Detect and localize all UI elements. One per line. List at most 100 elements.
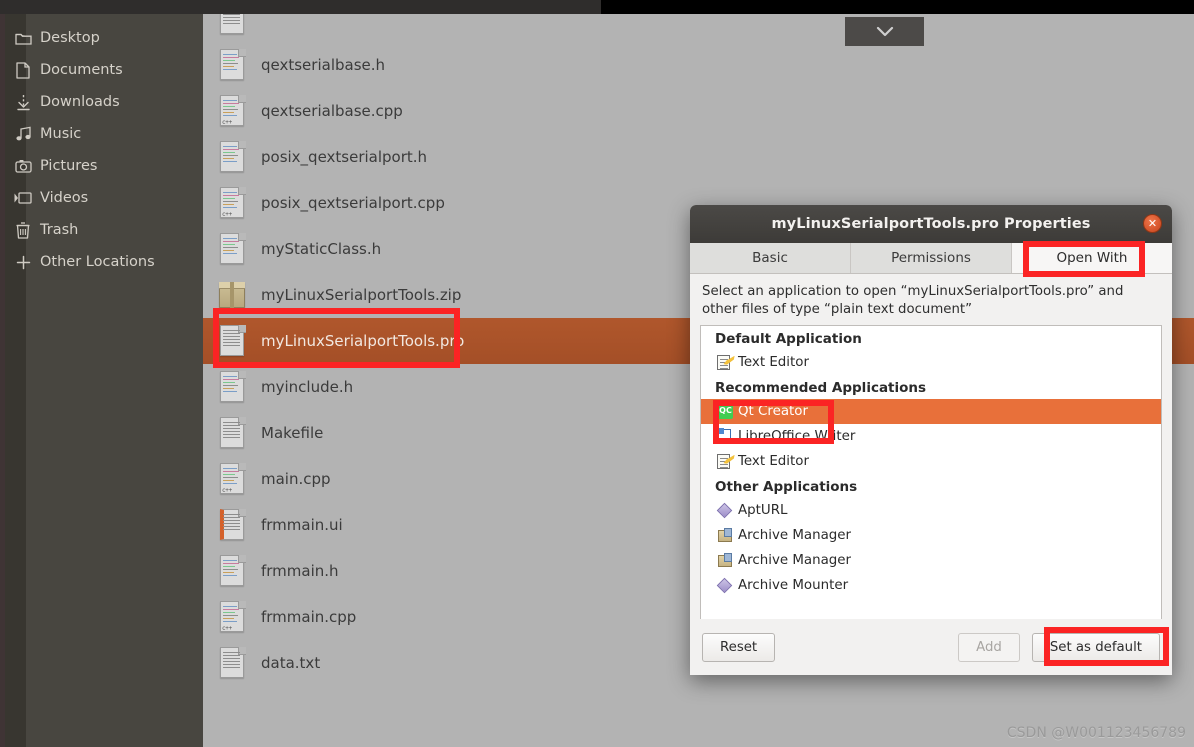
text-file-icon [217,323,247,359]
application-item[interactable]: AptURL [701,498,1161,523]
file-name: frmmain.ui [261,516,343,534]
add-button[interactable]: Add [958,632,1020,662]
file-row[interactable]: posix_qextserialport.h [203,134,1194,180]
text-file-icon [217,14,247,37]
application-label: Text Editor [738,453,809,469]
archive-manager-icon [717,552,734,569]
sidebar-item-label: Other Locations [40,254,155,270]
archive-manager-icon [717,527,734,544]
tab-permissions[interactable]: Permissions [851,243,1012,273]
application-group-heading: Recommended Applications [715,379,927,396]
dialog-title: myLinuxSerialportTools.pro Properties [771,216,1091,232]
application-list[interactable]: Default Application Text Editor Recommende… [700,324,1162,630]
sidebar-item-label: Documents [40,62,123,78]
application-item[interactable]: LibreOffice Writer [701,424,1161,449]
sidebar: Desktop Documents Downloads Music Pictures Vi… [14,14,203,747]
properties-dialog: myLinuxSerialportTools.pro Properties ✕ … [690,205,1172,675]
dialog-titlebar[interactable]: myLinuxSerialportTools.pro Properties ✕ [690,205,1172,243]
sidebar-item-label: Videos [40,190,89,206]
file-name: myLinuxSerialportTools.pro [261,332,465,350]
sidebar-item-label: Downloads [40,94,120,110]
sidebar-item-downloads[interactable]: Downloads [6,86,203,118]
application-item[interactable]: Archive Manager [701,548,1161,573]
sidebar-item-label: Music [40,126,82,142]
desktop-top-bar-left [0,0,601,14]
application-item[interactable]: Text Editor [701,449,1161,474]
file-row[interactable] [203,14,1194,42]
text-editor-icon [717,354,734,371]
close-button[interactable]: ✕ [1143,214,1162,233]
source-file-icon [217,553,247,589]
application-label: Qt Creator [738,403,808,419]
sidebar-item-list: Desktop Documents Downloads Music Pictures Vi… [6,22,203,278]
application-label: AptURL [738,502,788,518]
source-file-icon [217,369,247,405]
application-item[interactable]: Archive Manager [701,523,1161,548]
source-file-icon [217,139,247,175]
application-item[interactable]: Text Editor [701,350,1161,375]
file-row[interactable]: qextserialbase.h [203,42,1194,88]
text-file-icon [217,415,247,451]
tab-label: Basic [752,250,788,266]
video-icon [6,192,40,204]
sidebar-item-label: Trash [40,222,79,238]
file-name: posix_qextserialport.h [261,148,428,166]
application-item[interactable]: Archive Mounter [701,573,1161,598]
file-name: data.txt [261,654,321,672]
application-label: Archive Manager [738,552,852,568]
reset-button[interactable]: Reset [702,632,776,662]
set-as-default-button[interactable]: Set as default [1031,632,1160,662]
music-note-icon [6,126,40,142]
sidebar-item-trash[interactable]: Trash [6,214,203,246]
chevron-down-icon [876,26,893,37]
sidebar-item-label: Desktop [40,30,100,46]
watermark: CSDN @W001123456789 [1006,725,1186,741]
document-icon [6,61,40,79]
ui-file-icon [217,507,247,543]
application-label: Archive Manager [738,527,852,543]
sidebar-item-pictures[interactable]: Pictures [6,150,203,182]
qt-creator-icon: QC [717,403,734,420]
archive-mounter-icon [716,577,734,594]
file-name: main.cpp [261,470,331,488]
file-name: qextserialbase.cpp [261,102,403,120]
dialog-tabs: Basic Permissions Open With [690,243,1172,274]
application-label: Text Editor [738,354,809,370]
chevron-down-button[interactable] [845,17,924,46]
sidebar-item-label: Pictures [40,158,98,174]
open-with-description: Select an application to open “myLinuxSe… [690,274,1172,325]
application-item[interactable]: QC Qt Creator [701,398,1161,424]
plus-icon [6,255,40,270]
file-name: myinclude.h [261,378,354,396]
text-editor-icon [717,453,734,470]
cpp-file-icon: c++ [217,461,247,497]
application-group-heading: Other Applications [715,478,858,495]
file-name: qextserialbase.h [261,56,386,74]
tab-label: Open With [1056,249,1128,266]
dialog-button-row: Reset Add Set as default [690,619,1172,675]
cpp-file-icon: c++ [217,185,247,221]
sidebar-item-other-locations[interactable]: Other Locations [6,246,203,278]
file-name: myStaticClass.h [261,240,382,258]
text-file-icon [217,645,247,681]
cpp-file-icon: c++ [217,599,247,635]
application-label: LibreOffice Writer [738,428,856,444]
close-icon: ✕ [1147,217,1158,230]
file-name: Makefile [261,424,324,442]
file-name: myLinuxSerialportTools.zip [261,286,462,304]
sidebar-item-desktop[interactable]: Desktop [6,22,203,54]
file-name: frmmain.h [261,562,339,580]
sidebar-item-music[interactable]: Music [6,118,203,150]
source-file-icon [217,231,247,267]
cpp-file-icon: c++ [217,93,247,129]
file-row[interactable]: c++ qextserialbase.cpp [203,88,1194,134]
tab-open-with[interactable]: Open With [1012,243,1172,273]
folder-icon [6,31,40,46]
tab-basic[interactable]: Basic [690,243,851,273]
libreoffice-writer-icon [717,427,734,445]
sidebar-item-videos[interactable]: Videos [6,182,203,214]
tab-label: Permissions [891,250,971,266]
file-name: frmmain.cpp [261,608,357,626]
application-group-heading: Default Application [715,330,862,347]
sidebar-item-documents[interactable]: Documents [6,54,203,86]
